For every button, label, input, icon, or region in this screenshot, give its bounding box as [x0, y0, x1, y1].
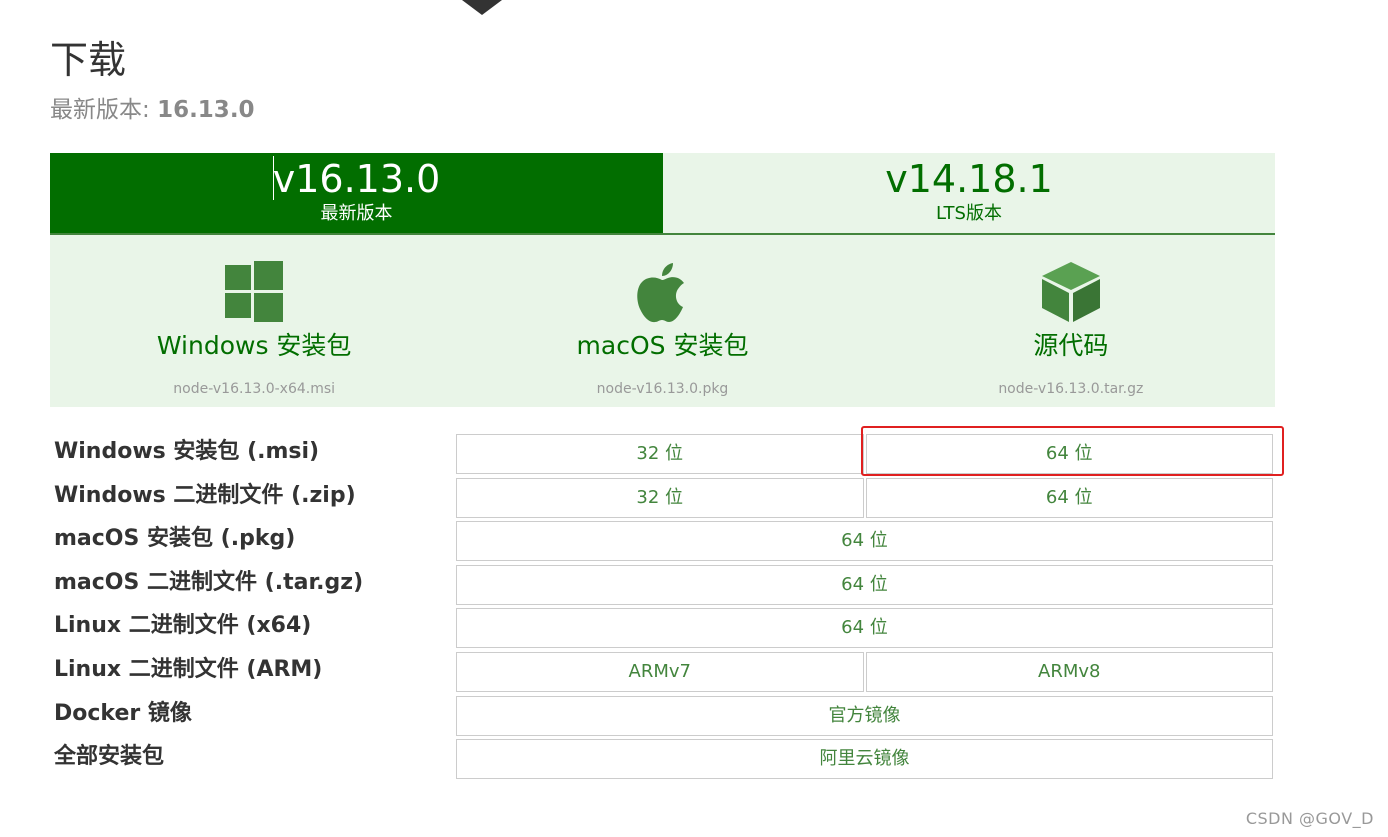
download-link-macos-tar-64[interactable]: 64 位: [456, 564, 1273, 605]
row-links: 32 位 64 位: [456, 434, 1273, 474]
download-link-windows-msi-64[interactable]: 64 位: [865, 434, 1273, 474]
row-label: Docker 镜像: [54, 700, 192, 726]
tab-lts-version-number: v14.18.1: [885, 157, 1053, 201]
tab-current-version-number: v16.13.0: [272, 156, 441, 201]
macos-installer-card[interactable]: macOS 安装包 node-v16.13.0.pkg: [458, 235, 866, 407]
table-row: Windows 二进制文件 (.zip) 32 位 64 位: [50, 476, 1275, 520]
download-link-docker-official[interactable]: 官方镜像: [456, 695, 1273, 736]
apple-icon: [637, 263, 685, 323]
tab-lts-version-label: LTS版本: [936, 203, 1002, 224]
version-tabs: v16.13.0 最新版本 v14.18.1 LTS版本: [50, 153, 1275, 235]
source-code-card[interactable]: 源代码 node-v16.13.0.tar.gz: [867, 235, 1275, 407]
download-link-aliyun-mirror[interactable]: 阿里云镜像: [456, 739, 1273, 780]
row-label: Windows 二进制文件 (.zip): [54, 482, 356, 508]
row-links: ARMv7 ARMv8: [456, 651, 1273, 692]
row-label: Linux 二进制文件 (ARM): [54, 656, 323, 682]
download-link-windows-zip-64[interactable]: 64 位: [865, 477, 1273, 518]
macos-installer-label: macOS 安装包: [576, 331, 749, 360]
download-cards-panel: Windows 安装包 node-v16.13.0-x64.msi macOS …: [50, 235, 1275, 407]
download-link-linux-x64[interactable]: 64 位: [456, 608, 1273, 649]
row-links: 阿里云镜像: [456, 739, 1273, 780]
download-link-macos-pkg-64[interactable]: 64 位: [456, 521, 1273, 562]
row-links: 64 位: [456, 564, 1273, 605]
table-row: Windows 安装包 (.msi) 32 位 64 位: [50, 432, 1275, 476]
table-row: macOS 安装包 (.pkg) 64 位: [50, 519, 1275, 563]
row-links: 32 位 64 位: [456, 477, 1273, 518]
table-row: Linux 二进制文件 (x64) 64 位: [50, 606, 1275, 650]
watermark: CSDN @GOV_D: [1245, 809, 1374, 828]
table-row: 全部安装包 阿里云镜像: [50, 737, 1275, 781]
row-links: 官方镜像: [456, 695, 1273, 736]
download-link-windows-zip-32[interactable]: 32 位: [456, 477, 864, 518]
row-label: macOS 二进制文件 (.tar.gz): [54, 569, 364, 595]
windows-icon: [225, 261, 284, 322]
downloads-table: Windows 安装包 (.msi) 32 位 64 位 Windows 二进制…: [50, 432, 1275, 781]
row-links: 64 位: [456, 608, 1273, 649]
download-link-linux-armv8[interactable]: ARMv8: [865, 651, 1273, 692]
source-code-label: 源代码: [1033, 331, 1109, 360]
cube-icon: [1041, 262, 1100, 322]
nav-indicator-arrow: [462, 0, 502, 15]
row-label: 全部安装包: [54, 744, 165, 770]
windows-installer-label: Windows 安装包: [156, 331, 352, 360]
row-label: macOS 安装包 (.pkg): [54, 526, 296, 552]
latest-version-line: 最新版本: 16.13.0: [50, 94, 255, 126]
latest-version-label: 最新版本:: [50, 97, 158, 123]
download-link-linux-armv7[interactable]: ARMv7: [456, 651, 864, 692]
row-label: Linux 二进制文件 (x64): [54, 613, 312, 639]
tab-lts-version[interactable]: v14.18.1 LTS版本: [663, 153, 1275, 233]
table-row: Docker 镜像 官方镜像: [50, 694, 1275, 738]
row-label: Windows 安装包 (.msi): [54, 439, 320, 464]
table-row: Linux 二进制文件 (ARM) ARMv7 ARMv8: [50, 650, 1275, 694]
download-link-windows-msi-32[interactable]: 32 位: [456, 434, 864, 474]
tab-current-version-label: 最新版本: [320, 203, 393, 224]
source-code-filename: node-v16.13.0.tar.gz: [998, 381, 1144, 397]
row-links: 64 位: [456, 521, 1273, 562]
tab-current-version[interactable]: v16.13.0 最新版本: [50, 153, 663, 233]
table-row: macOS 二进制文件 (.tar.gz) 64 位: [50, 563, 1275, 607]
windows-installer-card[interactable]: Windows 安装包 node-v16.13.0-x64.msi: [50, 235, 458, 407]
macos-installer-filename: node-v16.13.0.pkg: [596, 381, 729, 397]
windows-installer-filename: node-v16.13.0-x64.msi: [173, 381, 336, 397]
latest-version-number: 16.13.0: [157, 97, 255, 123]
page-title: 下载: [50, 38, 127, 82]
